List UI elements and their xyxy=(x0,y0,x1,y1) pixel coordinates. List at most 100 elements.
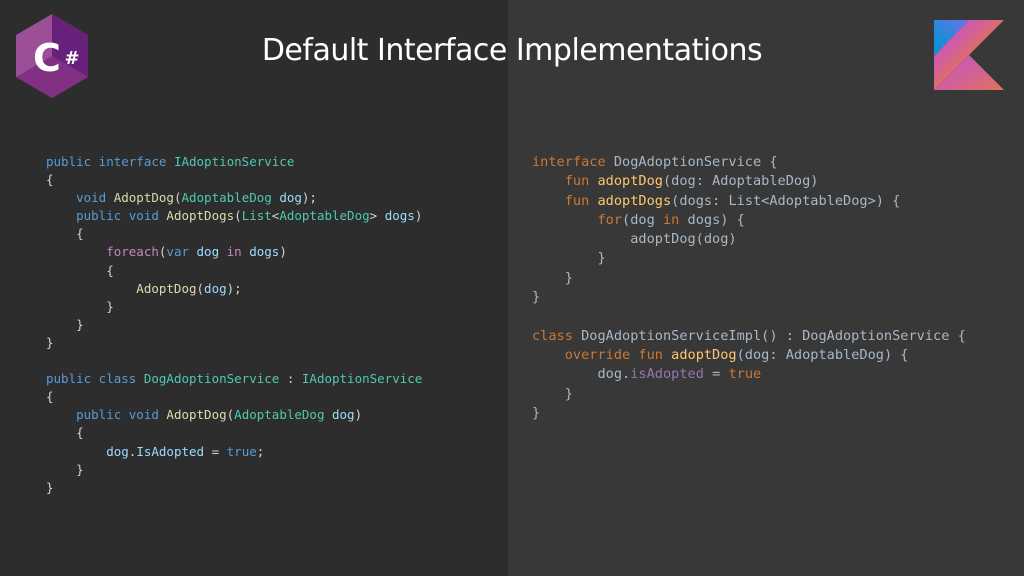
code-token: } xyxy=(532,385,573,402)
code-token: } xyxy=(46,298,114,314)
code-token: dog xyxy=(204,280,227,296)
code-token: dog xyxy=(324,407,355,423)
code-line: { xyxy=(46,388,422,406)
code-token: void xyxy=(46,190,114,206)
code-line: adoptDog(dog) xyxy=(532,230,966,249)
code-token: ); xyxy=(301,190,317,206)
code-token: { xyxy=(46,226,84,242)
code-token: true xyxy=(226,443,257,459)
code-token: public void xyxy=(46,208,167,224)
code-token: } xyxy=(532,289,541,306)
code-line: { xyxy=(46,262,422,280)
code-token: fun xyxy=(532,173,598,190)
code-line xyxy=(46,352,422,370)
code-line: } xyxy=(46,461,422,479)
code-token: interface xyxy=(532,154,614,170)
code-token: var xyxy=(166,244,197,260)
code-token: AdoptableDog xyxy=(279,208,370,224)
code-token: public class xyxy=(46,371,144,387)
code-line: } xyxy=(46,334,422,352)
code-token: } xyxy=(46,334,54,350)
code-line: } xyxy=(46,479,422,497)
code-token: ) xyxy=(279,244,287,260)
code-line: { xyxy=(46,225,422,243)
code-token: foreach xyxy=(46,244,159,260)
code-token: override fun xyxy=(532,346,672,363)
code-line: public void AdoptDogs(List<AdoptableDog>… xyxy=(46,207,422,225)
code-token: ) xyxy=(414,208,423,224)
code-line xyxy=(532,307,966,326)
code-token: } xyxy=(532,404,541,421)
code-line: { xyxy=(46,424,422,442)
code-token: IsAdopted xyxy=(136,443,205,459)
code-line: override fun adoptDog(dog: AdoptableDog)… xyxy=(532,346,966,365)
code-line: } xyxy=(532,385,966,404)
code-token: dog xyxy=(196,244,227,260)
code-token: { xyxy=(46,389,54,405)
code-token: { xyxy=(46,262,114,278)
code-token: (dog: AdoptableDog) { xyxy=(736,346,909,363)
code-token: } xyxy=(532,250,606,267)
code-token: true xyxy=(728,366,762,383)
code-token: DogAdoptionService xyxy=(143,371,280,387)
code-token: in xyxy=(226,244,250,260)
code-line: fun adoptDog(dog: AdoptableDog) xyxy=(532,172,966,191)
code-token: List xyxy=(241,208,272,224)
code-token: (dogs: List<AdoptableDog>) { xyxy=(671,192,901,209)
code-line: public interface IAdoptionService xyxy=(46,153,422,171)
code-line: AdoptDog(dog); xyxy=(46,280,422,298)
code-token: AdoptableDog xyxy=(234,407,325,423)
csharp-code-block: public interface IAdoptionService{ void … xyxy=(46,153,422,497)
code-token: dogs xyxy=(249,244,280,260)
code-token: class xyxy=(532,327,582,344)
code-line: public class DogAdoptionService : IAdopt… xyxy=(46,370,422,388)
code-token: ( xyxy=(196,280,205,296)
code-token: AdoptDog xyxy=(166,407,227,423)
code-token: ( xyxy=(234,208,242,224)
code-line: for(dog in dogs) { xyxy=(532,211,966,230)
code-line: void AdoptDog(AdoptableDog dog); xyxy=(46,189,422,207)
code-token: DogAdoptionServiceImpl() : DogAdoptionSe… xyxy=(581,327,966,344)
slide-title: Default Interface Implementations xyxy=(261,33,763,68)
code-token: dogs xyxy=(384,208,415,224)
code-token: = xyxy=(703,366,729,383)
code-line: interface DogAdoptionService { xyxy=(532,153,966,172)
code-line: dog.isAdopted = true xyxy=(532,365,966,384)
code-token: ) xyxy=(354,407,363,423)
code-token: dogs) { xyxy=(687,211,745,228)
code-token: AdoptDog xyxy=(113,190,174,206)
code-token: = xyxy=(204,443,227,459)
code-token: } xyxy=(532,269,573,286)
code-token: AdoptDogs xyxy=(166,208,235,224)
code-line: } xyxy=(532,249,966,268)
code-token: AdoptDog xyxy=(46,280,197,296)
code-token: adoptDog xyxy=(671,346,737,363)
code-token: public void xyxy=(46,407,167,423)
code-token: fun xyxy=(532,192,598,209)
code-line: } xyxy=(532,269,966,288)
code-line: class DogAdoptionServiceImpl() : DogAdop… xyxy=(532,327,966,346)
code-line: } xyxy=(46,316,422,334)
code-token: in xyxy=(662,211,688,228)
code-line: { xyxy=(46,171,422,189)
code-token: dog. xyxy=(532,366,631,383)
code-token: { xyxy=(46,172,54,188)
code-token: adoptDog xyxy=(597,173,663,190)
code-token: ); xyxy=(226,280,242,296)
code-line: } xyxy=(532,288,966,307)
code-token: } xyxy=(46,461,84,477)
code-token: } xyxy=(46,316,84,332)
code-token: ; xyxy=(256,443,265,459)
code-token: IAdoptionService xyxy=(301,371,423,387)
code-token: } xyxy=(46,479,54,495)
code-token: > xyxy=(369,208,385,224)
code-line: public void AdoptDog(AdoptableDog dog) xyxy=(46,406,422,424)
code-token: for xyxy=(532,211,623,228)
code-token: { xyxy=(46,425,84,441)
code-token: AdoptableDog xyxy=(181,190,272,206)
code-token: (dog xyxy=(622,211,663,228)
code-token: dog xyxy=(271,190,302,206)
code-line: } xyxy=(532,404,966,423)
code-line: foreach(var dog in dogs) xyxy=(46,243,422,261)
